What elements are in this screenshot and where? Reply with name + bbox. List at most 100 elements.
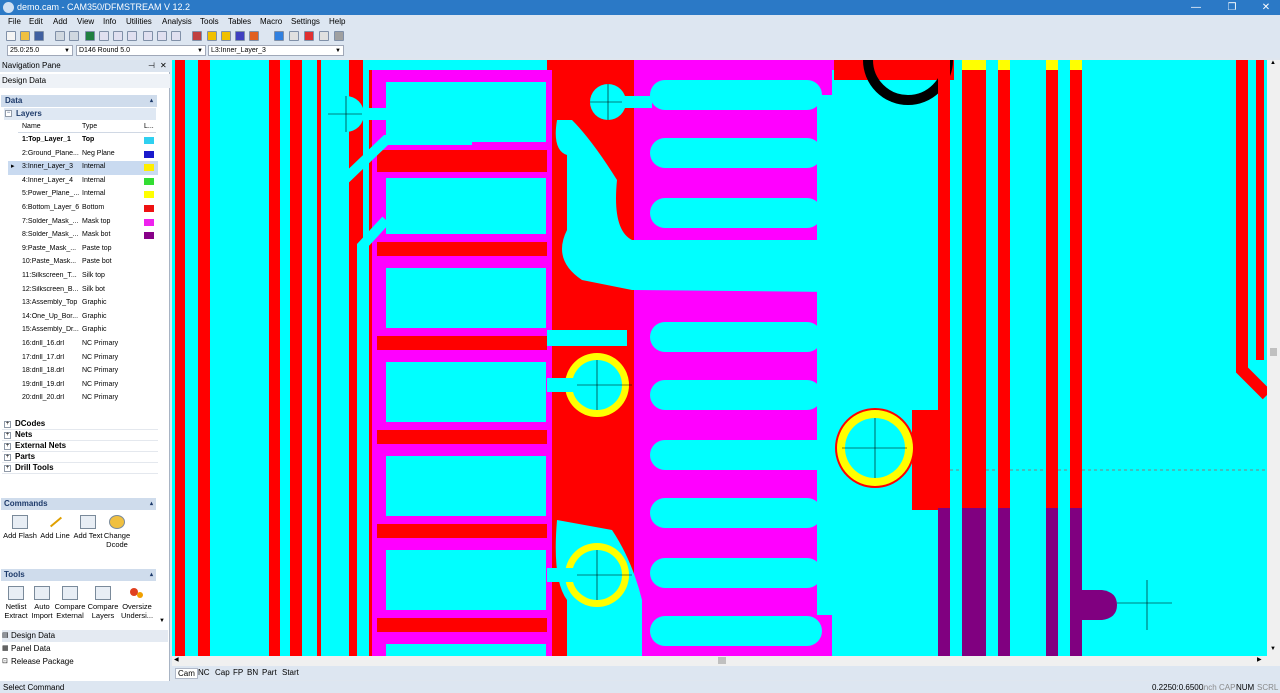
- copy-icon[interactable]: [289, 31, 299, 41]
- add-flash-button[interactable]: Add Flash: [3, 515, 37, 540]
- scroll-down-icon[interactable]: ▼: [159, 618, 165, 624]
- layer-row[interactable]: 7:Solder_Mask_... Mask top: [8, 216, 158, 230]
- scroll-right-icon[interactable]: ▶: [1257, 656, 1262, 663]
- commands-panel-header[interactable]: Commands ▴: [1, 498, 156, 510]
- col-l-header[interactable]: L...: [144, 123, 154, 130]
- layer-row[interactable]: 17:drill_17.drl NC Primary: [8, 352, 158, 366]
- scroll-down-icon[interactable]: ▼: [1270, 646, 1276, 652]
- open-file-icon[interactable]: [20, 31, 30, 41]
- undo-icon[interactable]: [55, 31, 65, 41]
- layer-row[interactable]: 19:drill_19.drl NC Primary: [8, 379, 158, 393]
- collapse-minus-icon[interactable]: −: [5, 110, 12, 117]
- netlist-extract-button[interactable]: Netlist Extract: [2, 586, 30, 620]
- pcb-canvas[interactable]: [172, 60, 1267, 656]
- layer-color-swatch[interactable]: [144, 218, 154, 226]
- menu-tables[interactable]: Tables: [228, 17, 251, 26]
- menu-tools[interactable]: Tools: [200, 17, 219, 26]
- menu-add[interactable]: Add: [53, 17, 67, 26]
- layer-row[interactable]: 14:One_Up_Bor... Graphic: [8, 311, 158, 325]
- close-icon[interactable]: ✕: [160, 60, 167, 72]
- col-name-header[interactable]: Name: [22, 123, 41, 130]
- zoom-all-icon[interactable]: [127, 31, 137, 41]
- new-file-icon[interactable]: [6, 31, 16, 41]
- layer-row[interactable]: 9:Paste_Mask_... Paste top: [8, 243, 158, 257]
- tab-nc[interactable]: NC: [198, 668, 210, 677]
- tree-item-drill-tools[interactable]: + Drill Tools: [2, 463, 158, 474]
- layer-color-swatch[interactable]: [144, 191, 154, 199]
- zoom-in-icon[interactable]: [99, 31, 109, 41]
- horizontal-scroll-thumb[interactable]: [718, 657, 726, 664]
- tab-cap[interactable]: Cap: [215, 668, 230, 677]
- redo-icon[interactable]: [69, 31, 79, 41]
- tools-panel-header[interactable]: Tools ▴: [1, 569, 156, 581]
- horizontal-scrollbar[interactable]: ◀ ▶: [172, 656, 1267, 666]
- delete-icon[interactable]: [304, 31, 314, 41]
- dcode-select[interactable]: D146 Round 5.0 ▼: [76, 45, 206, 56]
- zoom-out-icon[interactable]: [113, 31, 123, 41]
- layer-color-swatch[interactable]: [144, 137, 154, 144]
- nav-link-release-package[interactable]: ⊡ Release Package: [2, 656, 168, 668]
- collapse-icon[interactable]: ▴: [150, 95, 153, 107]
- data-section-header[interactable]: Data ▴: [1, 95, 157, 107]
- layer-row[interactable]: 13:Assembly_Top Graphic: [8, 297, 158, 311]
- pan-icon[interactable]: [171, 31, 181, 41]
- restore-button[interactable]: ❐: [1218, 0, 1246, 15]
- grid-icon[interactable]: [207, 31, 217, 41]
- tab-bn[interactable]: BN: [247, 668, 258, 677]
- add-text-button[interactable]: Add Text: [71, 515, 105, 540]
- auto-import-button[interactable]: Auto Import: [30, 586, 54, 620]
- collapse-icon[interactable]: ▴: [150, 569, 153, 581]
- compare-layers-button[interactable]: Compare Layers: [87, 586, 119, 620]
- col-type-header[interactable]: Type: [82, 123, 97, 130]
- layer-icon[interactable]: [157, 31, 167, 41]
- layer-color-swatch[interactable]: [144, 177, 154, 185]
- tree-item-nets[interactable]: + Nets: [2, 430, 158, 441]
- tree-item-parts[interactable]: + Parts: [2, 452, 158, 463]
- pin-icon[interactable]: ⊣: [148, 60, 155, 72]
- expand-plus-icon[interactable]: +: [4, 443, 11, 450]
- grid-select[interactable]: 25.0:25.0 ▼: [7, 45, 73, 56]
- tab-cam[interactable]: Cam: [175, 668, 198, 679]
- layer-row[interactable]: ▸ 3:Inner_Layer_3 Internal: [8, 161, 158, 175]
- menu-help[interactable]: Help: [329, 17, 345, 26]
- layer-color-swatch[interactable]: [144, 164, 154, 172]
- tab-start[interactable]: Start: [282, 668, 299, 677]
- nav-link-panel-data[interactable]: ▦ Panel Data: [2, 643, 168, 655]
- layer-row[interactable]: 8:Solder_Mask_... Mask bot: [8, 229, 158, 243]
- vertical-scroll-thumb[interactable]: [1270, 348, 1277, 356]
- close-button[interactable]: ✕: [1252, 0, 1280, 15]
- color-icon[interactable]: [235, 31, 245, 41]
- menu-settings[interactable]: Settings: [291, 17, 320, 26]
- layer-row[interactable]: 2:Ground_Plane... Neg Plane: [8, 148, 158, 162]
- tree-item-external-nets[interactable]: + External Nets: [2, 441, 158, 452]
- move-icon[interactable]: [274, 31, 284, 41]
- expand-plus-icon[interactable]: +: [4, 465, 11, 472]
- layer-row[interactable]: 5:Power_Plane_... Internal: [8, 188, 158, 202]
- save-icon[interactable]: [34, 31, 44, 41]
- layer-row[interactable]: 1:Top_Layer_1 Top: [8, 134, 158, 148]
- grid-dots-icon[interactable]: [221, 31, 231, 41]
- layer-row[interactable]: 6:Bottom_Layer_6 Bottom: [8, 202, 158, 216]
- zoom-window-icon[interactable]: [85, 31, 95, 41]
- tree-item-dcodes[interactable]: + DCodes: [2, 419, 158, 430]
- layer-row[interactable]: 20:drill_20.drl NC Primary: [8, 392, 158, 406]
- add-line-button[interactable]: Add Line: [38, 515, 72, 540]
- mirror-icon[interactable]: [334, 31, 344, 41]
- scroll-up-icon[interactable]: ▲: [1270, 60, 1276, 66]
- redraw-icon[interactable]: [143, 31, 153, 41]
- menu-edit[interactable]: Edit: [29, 17, 43, 26]
- layer-row[interactable]: 15:Assembly_Dr... Graphic: [8, 324, 158, 338]
- snap-icon[interactable]: [192, 31, 202, 41]
- scroll-left-icon[interactable]: ◀: [174, 656, 179, 663]
- layer-row[interactable]: 12:Silkscreen_B... Silk bot: [8, 284, 158, 298]
- expand-plus-icon[interactable]: +: [4, 432, 11, 439]
- layer-row[interactable]: 4:Inner_Layer_4 Internal: [8, 175, 158, 189]
- highlight-icon[interactable]: [249, 31, 259, 41]
- rotate-icon[interactable]: [319, 31, 329, 41]
- layer-row[interactable]: 10:Paste_Mask... Paste bot: [8, 256, 158, 270]
- layer-color-swatch[interactable]: [144, 150, 154, 158]
- menu-file[interactable]: File: [8, 17, 21, 26]
- layer-row[interactable]: 11:Silkscreen_T... Silk top: [8, 270, 158, 284]
- compare-external-button[interactable]: Compare External: [54, 586, 86, 620]
- layer-color-swatch[interactable]: [144, 205, 154, 212]
